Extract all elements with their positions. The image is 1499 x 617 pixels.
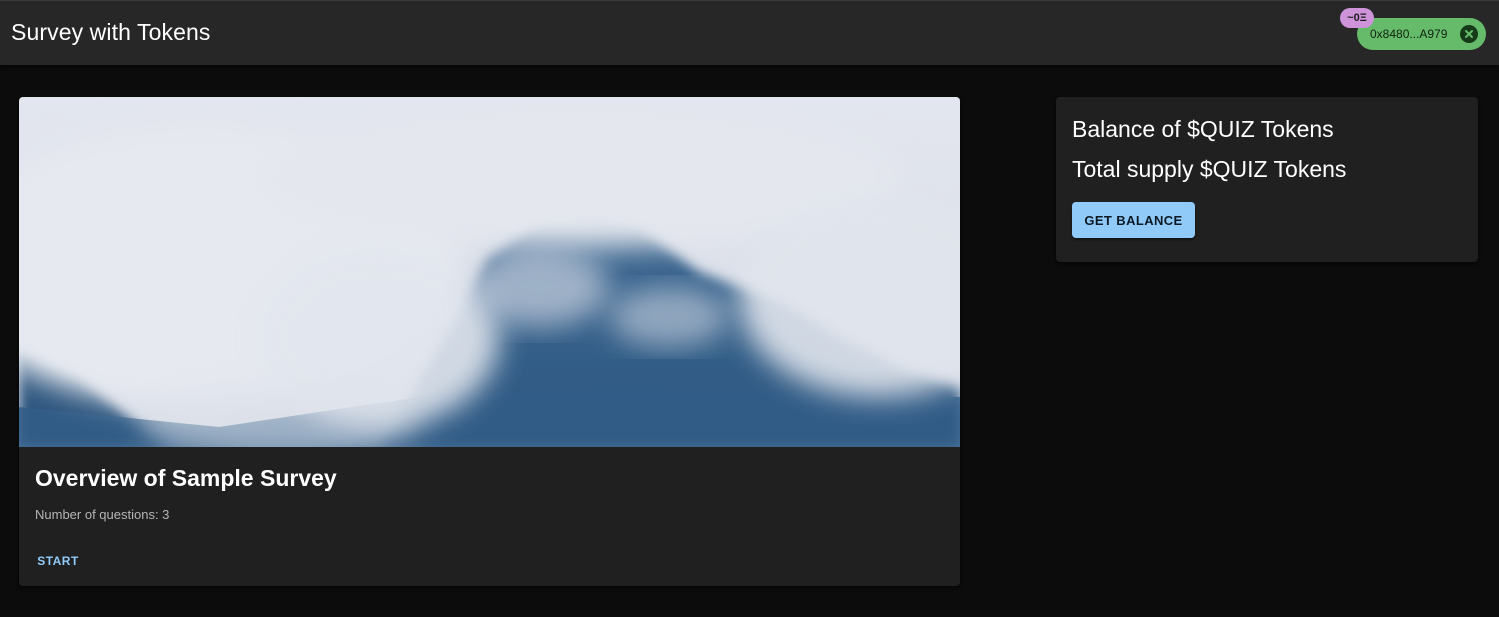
eth-balance-badge: ~0Ξ bbox=[1340, 8, 1374, 28]
app-title: Survey with Tokens bbox=[11, 19, 211, 45]
total-supply-label: Total supply $QUIZ Tokens bbox=[1072, 156, 1347, 182]
close-circle-icon[interactable] bbox=[1460, 25, 1478, 43]
get-balance-button[interactable]: GET BALANCE bbox=[1072, 202, 1195, 238]
question-count: Number of questions: 3 bbox=[35, 507, 170, 522]
app-bar: Survey with Tokens 0x8480...A979 ~0Ξ bbox=[0, 0, 1499, 65]
start-button[interactable]: START bbox=[31, 549, 85, 573]
close-icon bbox=[1465, 30, 1473, 38]
survey-title: Overview of Sample Survey bbox=[35, 465, 337, 491]
token-balance-card: Balance of $QUIZ Tokens Total supply $QU… bbox=[1056, 97, 1478, 262]
balance-label: Balance of $QUIZ Tokens bbox=[1072, 116, 1334, 142]
survey-card: Overview of Sample Survey Number of ques… bbox=[19, 97, 960, 586]
wallet-chip[interactable]: 0x8480...A979 bbox=[1357, 18, 1486, 50]
wallet-address: 0x8480...A979 bbox=[1370, 27, 1448, 41]
misty-mountain-image bbox=[19, 97, 960, 447]
